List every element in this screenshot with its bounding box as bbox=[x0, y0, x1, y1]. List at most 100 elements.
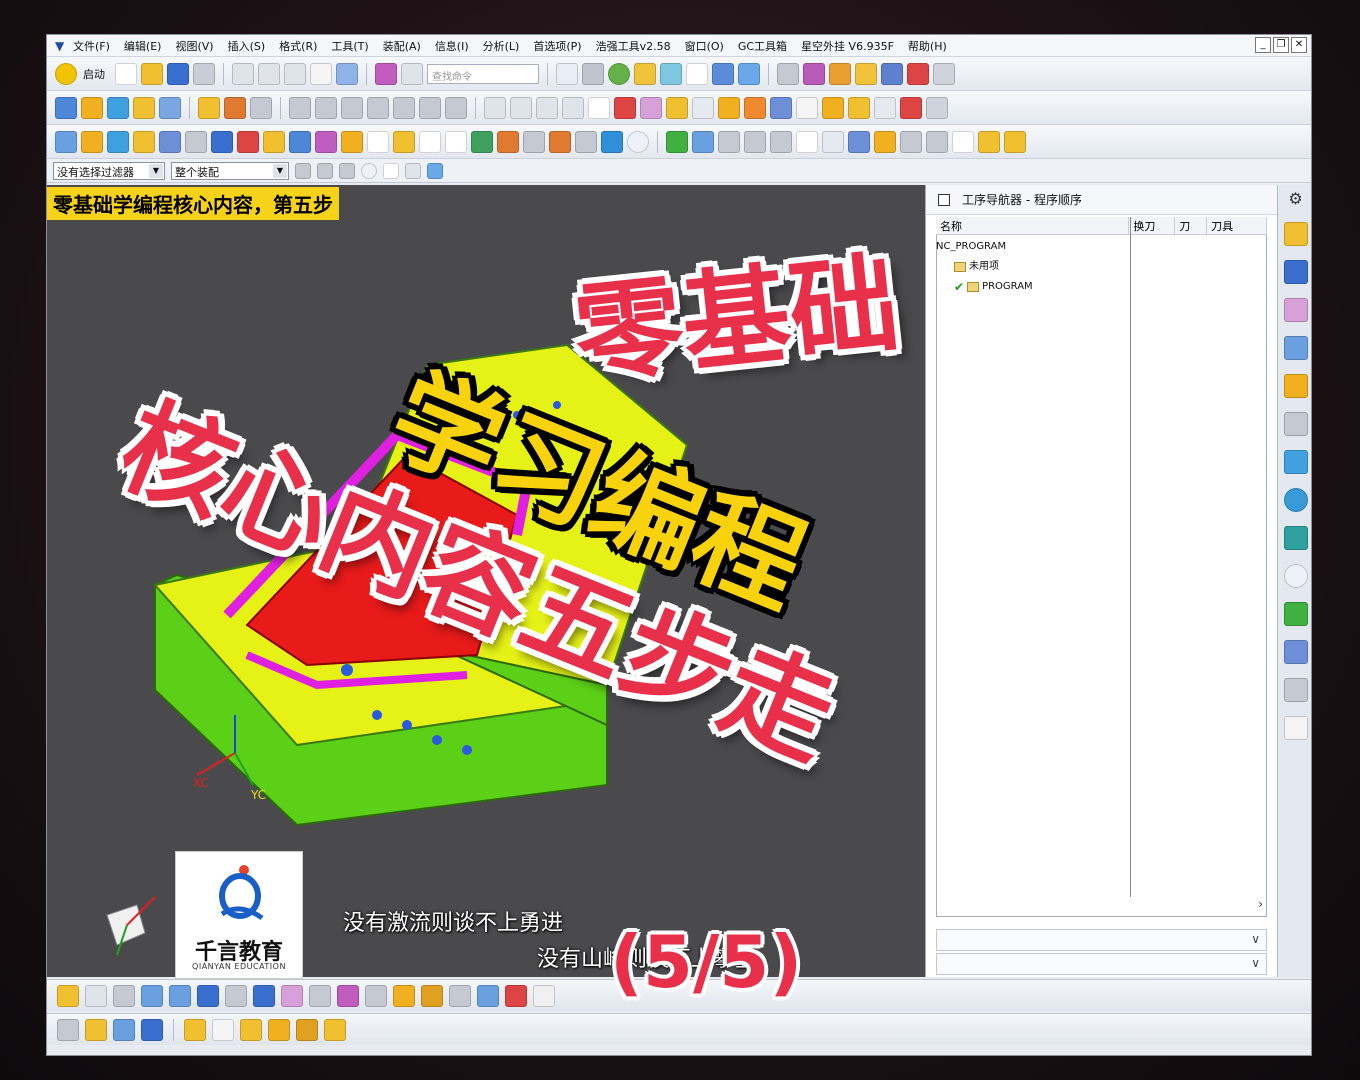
object-display-icon[interactable] bbox=[718, 96, 740, 119]
gear-icon[interactable]: ⚙ bbox=[1288, 189, 1302, 208]
clock-icon[interactable] bbox=[627, 130, 649, 153]
tree-node-unused[interactable]: 未用项 bbox=[936, 257, 1033, 277]
reuse-library-icon[interactable] bbox=[1283, 374, 1308, 398]
plugin-tool-15-icon[interactable] bbox=[419, 130, 441, 153]
abs-csys-icon[interactable] bbox=[57, 984, 79, 1007]
plugin-tool-5-icon[interactable] bbox=[159, 130, 181, 153]
subtract-icon[interactable] bbox=[505, 984, 527, 1007]
calc-sheet-icon[interactable] bbox=[1004, 130, 1026, 153]
shaded-icon[interactable] bbox=[608, 62, 630, 85]
column-config-icon[interactable] bbox=[926, 96, 948, 119]
plugin-tool-4-icon[interactable] bbox=[133, 130, 155, 153]
unite-icon[interactable] bbox=[477, 984, 499, 1007]
plugin-tool-24-icon[interactable] bbox=[744, 130, 766, 153]
snap-icon[interactable] bbox=[375, 62, 397, 85]
menu-info[interactable]: 信息(I) bbox=[435, 38, 469, 54]
plugin-tool-7-icon[interactable] bbox=[211, 130, 233, 153]
web-browser-icon[interactable] bbox=[1283, 412, 1308, 436]
trim-body-icon[interactable] bbox=[393, 984, 415, 1007]
layer-settings-icon[interactable] bbox=[57, 1018, 79, 1041]
menu-haoqiang-tools[interactable]: 浩强工具v2.58 bbox=[596, 38, 671, 54]
path-display-icon[interactable] bbox=[744, 96, 766, 119]
plugin-tool-25-icon[interactable] bbox=[770, 130, 792, 153]
block-icon[interactable] bbox=[309, 984, 331, 1007]
fit-view-icon[interactable] bbox=[556, 62, 578, 85]
system-materials-icon[interactable] bbox=[1283, 488, 1308, 512]
background-icon[interactable] bbox=[686, 62, 708, 85]
select-component-icon[interactable] bbox=[427, 162, 443, 179]
layer-icon[interactable] bbox=[634, 62, 656, 85]
plugin-tool-2-icon[interactable] bbox=[81, 130, 103, 153]
snap-filter-icon[interactable] bbox=[317, 162, 333, 179]
note-icon[interactable] bbox=[978, 130, 1000, 153]
copy-icon[interactable] bbox=[258, 62, 280, 85]
new-file-icon[interactable] bbox=[115, 62, 137, 85]
menu-file[interactable]: 文件(F) bbox=[73, 38, 110, 54]
paste-object-icon[interactable] bbox=[562, 96, 584, 119]
plugin-tool-20-icon[interactable] bbox=[549, 130, 571, 153]
navigator-detail-panel[interactable]: ∨ bbox=[936, 929, 1267, 951]
cut-object-icon[interactable] bbox=[510, 96, 532, 119]
selection-filter-select[interactable]: 没有选择过滤器 ▼ bbox=[53, 161, 165, 180]
offset-face-icon[interactable] bbox=[365, 984, 387, 1007]
verify-path-icon[interactable] bbox=[250, 96, 272, 119]
postprocess-icon[interactable] bbox=[393, 96, 415, 119]
calculator-icon[interactable] bbox=[601, 130, 623, 153]
navigator-pin-checkbox[interactable] bbox=[938, 193, 950, 206]
history-icon[interactable] bbox=[1283, 450, 1308, 474]
plugin-tool-30-icon[interactable] bbox=[900, 130, 922, 153]
training-icon[interactable] bbox=[1283, 678, 1308, 702]
info-list-icon[interactable] bbox=[900, 96, 922, 119]
delete-object-icon[interactable] bbox=[796, 96, 818, 119]
tool-holder-icon[interactable] bbox=[614, 96, 636, 119]
menu-xingkong-plugin[interactable]: 星空外挂 V6.935F bbox=[801, 38, 894, 54]
move-object-icon[interactable] bbox=[225, 984, 247, 1007]
radius-icon[interactable] bbox=[337, 984, 359, 1007]
copy-layer-icon[interactable] bbox=[113, 984, 135, 1007]
tree-node-program[interactable]: ✔ PROGRAM bbox=[936, 277, 1033, 297]
wcs-icon[interactable] bbox=[712, 62, 734, 85]
menu-window[interactable]: 窗口(O) bbox=[685, 38, 724, 54]
plugin-tool-10-icon[interactable] bbox=[289, 130, 311, 153]
menu-edit[interactable]: 编辑(E) bbox=[124, 38, 162, 54]
menu-view[interactable]: 视图(V) bbox=[175, 38, 213, 54]
paste-icon[interactable] bbox=[284, 62, 306, 85]
gouge-check-icon[interactable] bbox=[770, 96, 792, 119]
plugin-tool-26-icon[interactable] bbox=[796, 130, 818, 153]
open-folder-icon[interactable] bbox=[141, 62, 163, 85]
tool-list-icon[interactable] bbox=[822, 96, 844, 119]
plugin-tool-31-icon[interactable] bbox=[926, 130, 948, 153]
box-icon[interactable] bbox=[281, 984, 303, 1007]
menu-help[interactable]: 帮助(H) bbox=[908, 38, 947, 54]
navigator-dependency-panel[interactable]: ∨ bbox=[936, 953, 1267, 975]
datum-csys-icon[interactable] bbox=[85, 984, 107, 1007]
create-method-icon[interactable] bbox=[133, 96, 155, 119]
filter-tool-icon[interactable] bbox=[295, 162, 311, 179]
save-wcs-icon[interactable] bbox=[324, 1018, 346, 1041]
show-hide-icon[interactable] bbox=[738, 62, 760, 85]
orient-view-icon[interactable] bbox=[660, 62, 682, 85]
plugin-tool-28-icon[interactable] bbox=[848, 130, 870, 153]
create-geometry-icon[interactable] bbox=[107, 96, 129, 119]
menu-tools[interactable]: 工具(T) bbox=[331, 38, 368, 54]
plugin-tool-9-icon[interactable] bbox=[263, 130, 285, 153]
render-style-icon[interactable] bbox=[582, 62, 604, 85]
extrude-icon[interactable] bbox=[253, 984, 275, 1007]
save-icon[interactable] bbox=[167, 62, 189, 85]
rectangle-select-icon[interactable] bbox=[383, 162, 399, 179]
program-order-icon[interactable] bbox=[289, 96, 311, 119]
template-icon[interactable] bbox=[848, 96, 870, 119]
plugin-tool-18-icon[interactable] bbox=[497, 130, 519, 153]
arrow-right-icon[interactable] bbox=[169, 984, 191, 1007]
chevron-right-icon[interactable]: › bbox=[1258, 897, 1263, 911]
cut-icon[interactable] bbox=[232, 62, 254, 85]
menu-preferences[interactable]: 首选项(P) bbox=[533, 38, 581, 54]
output-cls-icon[interactable] bbox=[445, 96, 467, 119]
search-object-icon[interactable] bbox=[692, 96, 714, 119]
plugin-tool-19-icon[interactable] bbox=[523, 130, 545, 153]
delete-icon[interactable] bbox=[310, 62, 332, 85]
plugin-tool-23-icon[interactable] bbox=[718, 130, 740, 153]
snap-point-icon[interactable] bbox=[803, 62, 825, 85]
wcs-dynamics-icon[interactable] bbox=[296, 1018, 318, 1041]
plugin-tool-12-icon[interactable] bbox=[341, 130, 363, 153]
